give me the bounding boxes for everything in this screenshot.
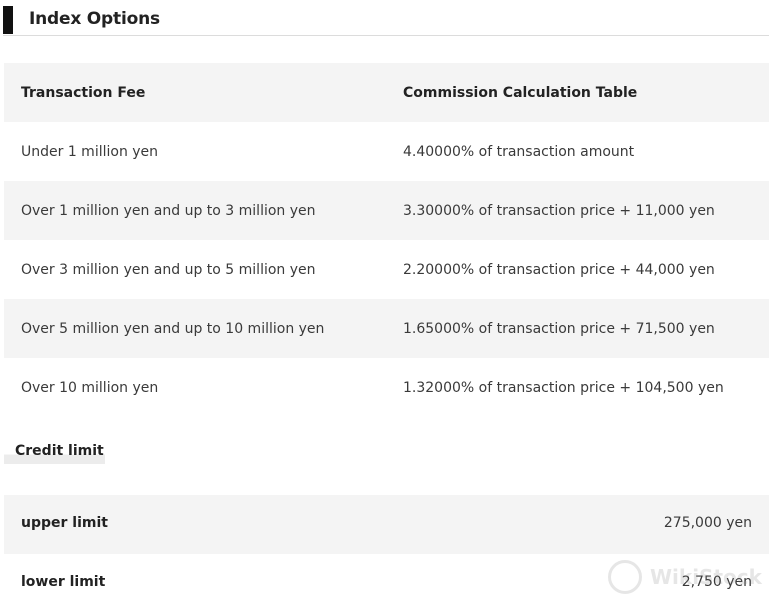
upper-limit-value: 275,000 yen xyxy=(663,515,752,531)
credit-limit-subtitle: Credit limit xyxy=(4,441,105,464)
page: Index Options Transaction Fee Commission… xyxy=(0,0,774,613)
fee-range-cell: Over 1 million yen and up to 3 million y… xyxy=(21,202,316,219)
fee-rate-cell: 1.65000% of transaction price + 71,500 y… xyxy=(403,320,715,337)
table-row: Over 10 million yen 1.32000% of transact… xyxy=(4,358,769,417)
fee-rate-cell: 1.32000% of transaction price + 104,500 … xyxy=(403,379,724,396)
lower-limit-label: lower limit xyxy=(21,574,106,590)
table-row: Under 1 million yen 4.40000% of transact… xyxy=(4,122,769,181)
column-header-commission: Commission Calculation Table xyxy=(403,84,638,101)
section-accent-bar xyxy=(3,6,13,34)
fee-range-cell: Over 3 million yen and up to 5 million y… xyxy=(21,261,316,278)
fee-range-cell: Under 1 million yen xyxy=(21,143,159,160)
section-header: Index Options xyxy=(3,6,769,36)
fee-table-header-row: Transaction Fee Commission Calculation T… xyxy=(4,63,769,122)
table-row: Over 5 million yen and up to 10 million … xyxy=(4,299,769,358)
section-title: Index Options xyxy=(29,9,160,29)
column-header-transaction-fee: Transaction Fee xyxy=(21,84,146,101)
credit-limit-title: Credit limit xyxy=(15,443,104,459)
fee-range-cell: Over 5 million yen and up to 10 million … xyxy=(21,320,325,337)
table-row: Over 3 million yen and up to 5 million y… xyxy=(4,240,769,299)
table-row: Over 1 million yen and up to 3 million y… xyxy=(4,181,769,240)
table-row: lower limit 2,750 yen xyxy=(4,554,769,613)
fee-rate-cell: 4.40000% of transaction amount xyxy=(403,143,635,160)
lower-limit-value: 2,750 yen xyxy=(681,574,752,590)
fee-rate-cell: 2.20000% of transaction price + 44,000 y… xyxy=(403,261,715,278)
table-row: upper limit 275,000 yen xyxy=(4,495,769,554)
fee-range-cell: Over 10 million yen xyxy=(21,379,159,396)
upper-limit-label: upper limit xyxy=(21,515,108,531)
fee-table: Transaction Fee Commission Calculation T… xyxy=(4,63,769,417)
credit-table: upper limit 275,000 yen lower limit 2,75… xyxy=(4,495,769,613)
fee-rate-cell: 3.30000% of transaction price + 11,000 y… xyxy=(403,202,715,219)
